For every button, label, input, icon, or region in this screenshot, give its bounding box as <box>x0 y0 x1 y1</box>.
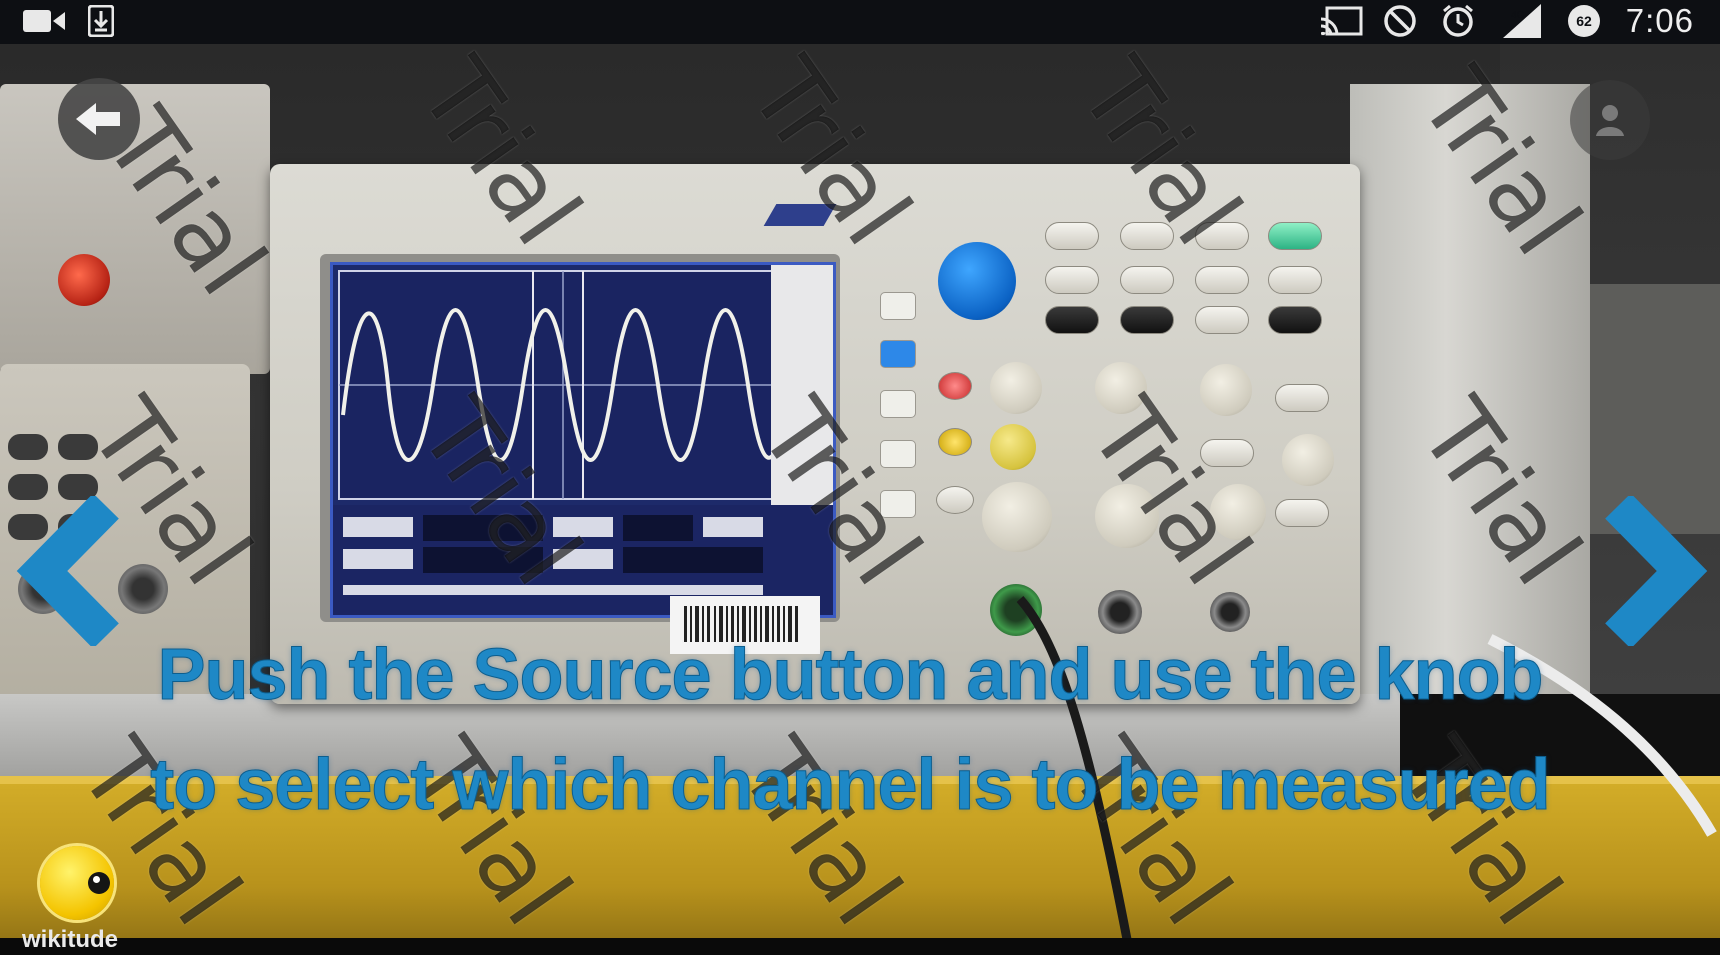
chevron-right-icon <box>1605 493 1708 649</box>
download-icon <box>86 5 116 37</box>
user-icon <box>1596 105 1624 136</box>
back-button[interactable] <box>58 78 140 160</box>
status-bar: 4G 62 7:06 <box>0 0 1720 44</box>
battery-level: 62 <box>1576 13 1592 29</box>
instruction-text: Push the Source button and use the knob … <box>150 635 1551 826</box>
battery-icon: 62 <box>1564 5 1604 37</box>
back-arrow-icon <box>76 103 120 135</box>
user-button[interactable] <box>1570 80 1650 160</box>
cellular-signal-icon: 4G <box>1500 4 1544 38</box>
do-not-disturb-icon <box>1382 5 1418 37</box>
wikitude-label: wikitude <box>22 926 119 953</box>
wikitude-eye-icon <box>40 846 114 920</box>
next-step-button[interactable] <box>1590 493 1710 649</box>
chevron-left-icon <box>16 493 119 649</box>
wikitude-logo: wikitude <box>18 846 138 953</box>
instruction-overlay: Push the Source button and use the knob … <box>150 620 1551 840</box>
previous-step-button[interactable] <box>14 493 134 649</box>
status-time: 7:06 <box>1625 2 1694 39</box>
svg-text:4G: 4G <box>1511 10 1525 21</box>
ar-app-screen: 4G 62 7:06 Trial Trial Trial Trial Trial… <box>0 0 1720 955</box>
cast-icon <box>1320 6 1364 36</box>
video-camera-icon <box>22 6 66 36</box>
bottom-edge <box>0 938 1720 955</box>
alarm-icon <box>1440 4 1476 37</box>
